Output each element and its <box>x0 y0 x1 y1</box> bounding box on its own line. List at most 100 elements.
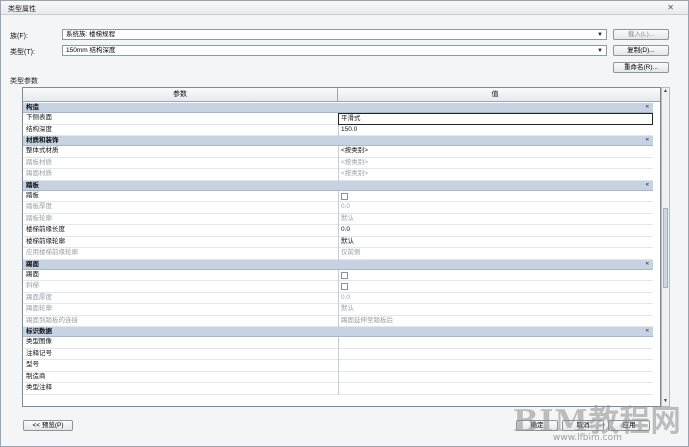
parameter-value[interactable]: <按类别> <box>338 169 653 181</box>
group-header[interactable]: 踏板 « <box>23 180 653 191</box>
parameter-value[interactable] <box>338 348 653 360</box>
watermark: BIM教程网 www.lfbim.com <box>513 396 688 446</box>
parameter-row: 楼梯前缘轮廓 默认 <box>23 236 653 248</box>
parameter-row: 应用楼梯前缘轮廓 仅前侧 <box>23 248 653 260</box>
scroll-up-icon[interactable]: ▲ <box>662 88 669 96</box>
close-icon[interactable]: ✕ <box>667 3 674 12</box>
parameter-row: 类型注释 <box>23 383 653 395</box>
parameter-value[interactable]: 默认 <box>338 236 653 248</box>
parameter-value[interactable] <box>338 281 653 293</box>
grid-header: 参数 值 <box>23 88 660 102</box>
parameter-name: 踏板 <box>26 191 39 199</box>
watermark-url: www.lfbim.com <box>553 433 622 443</box>
parameter-value[interactable]: <按类别> <box>338 157 653 169</box>
group-header[interactable]: 构造 « <box>23 103 653 113</box>
parameter-row: 型号 <box>23 360 653 372</box>
collapse-icon[interactable]: « <box>646 260 649 269</box>
column-header-value[interactable]: 值 <box>338 88 652 102</box>
scroll-thumb[interactable] <box>663 208 668 288</box>
parameter-row: 整体式材质 <按类别> <box>23 146 653 158</box>
parameter-value[interactable]: 仅前侧 <box>338 248 653 260</box>
parameter-value[interactable] <box>338 371 653 383</box>
parameter-name: 结构深度 <box>26 125 52 133</box>
parameter-value[interactable]: 0.0 <box>338 202 653 214</box>
parameters-grid: 参数 值 构造 « 下侧表面 平滑式结构深度 150.0 材质和装饰 « 整体式材质 <按类别>… <box>22 87 661 407</box>
parameter-row: 结构深度 150.0 <box>23 124 653 136</box>
group-header[interactable]: 踢面 « <box>23 259 653 270</box>
parameter-row: 下侧表面 平滑式 <box>23 113 653 125</box>
checkbox[interactable] <box>341 283 348 290</box>
parameter-name: 类型注释 <box>26 384 52 391</box>
parameter-row: 踢面到踏板的连接 踢面延伸至踏板后 <box>23 315 653 327</box>
parameter-row: 类型图像 <box>23 337 653 349</box>
chevron-down-icon: ▼ <box>597 48 603 54</box>
preview-button[interactable]: << 预览(P) <box>23 420 73 431</box>
parameter-value[interactable]: 默认 <box>338 304 653 316</box>
chevron-down-icon: ▼ <box>597 32 603 38</box>
group-header[interactable]: 标识数据 « <box>23 327 653 337</box>
load-button[interactable]: 载入(L)... <box>613 29 669 40</box>
parameter-name: 踢面厚度 <box>26 293 52 301</box>
duplicate-button[interactable]: 复制(D)... <box>613 45 669 56</box>
group-header[interactable]: 材质和装饰 « <box>23 136 653 146</box>
column-header-parameter[interactable]: 参数 <box>23 88 338 102</box>
family-select[interactable]: 系统族: 楼梯规程 ▼ <box>62 29 607 40</box>
parameter-row: 踢面材质 <按类别> <box>23 169 653 181</box>
parameter-row: 楼梯前缘长度 0.0 <box>23 225 653 237</box>
parameter-name: 制造商 <box>26 372 46 380</box>
parameter-row: 斜梯 <box>23 281 653 293</box>
parameter-name: 注释记号 <box>26 349 52 357</box>
parameter-value[interactable]: <按类别> <box>338 146 653 158</box>
family-select-value: 系统族: 楼梯规程 <box>66 31 116 38</box>
parameter-value[interactable]: 默认 <box>338 213 653 225</box>
collapse-icon[interactable]: « <box>646 103 649 112</box>
parameter-row: 踏板轮廓 默认 <box>23 213 653 225</box>
parameter-value[interactable] <box>338 190 653 202</box>
parameter-name: 楼梯前缘长度 <box>26 226 65 233</box>
parameter-name: 踢面轮廓 <box>26 305 52 312</box>
parameter-name: 踏板材质 <box>26 158 52 166</box>
grid-scrollbar[interactable]: ▲ ▼ <box>661 87 670 407</box>
group-name: 踏板 <box>26 181 39 189</box>
parameter-value[interactable] <box>338 360 653 372</box>
parameter-name: 下侧表面 <box>26 114 52 121</box>
group-name: 构造 <box>26 104 39 111</box>
parameter-value[interactable] <box>338 383 653 395</box>
parameter-name: 踢面材质 <box>26 170 52 177</box>
parameter-name: 整体式材质 <box>26 147 59 154</box>
parameter-value[interactable]: 0.0 <box>338 225 653 237</box>
parameter-name: 类型图像 <box>26 338 52 345</box>
collapse-icon[interactable]: « <box>646 136 649 145</box>
type-select[interactable]: 150mm 结构深度 ▼ <box>62 45 607 56</box>
parameter-name: 型号 <box>26 361 39 368</box>
family-label: 族(F): <box>10 33 28 40</box>
type-select-value: 150mm 结构深度 <box>66 47 116 54</box>
grid-rows: 构造 « 下侧表面 平滑式结构深度 150.0 材质和装饰 « 整体式材质 <按类别> 踏板材质 <… <box>23 103 653 395</box>
parameter-value[interactable] <box>338 269 653 281</box>
parameter-name: 楼梯前缘轮廓 <box>26 237 65 245</box>
parameter-row: 注释记号 <box>23 348 653 360</box>
type-label: 类型(T): <box>10 49 35 56</box>
parameter-name: 踏板厚度 <box>26 203 52 210</box>
checkbox[interactable] <box>341 271 348 279</box>
parameter-row: 踢面轮廓 默认 <box>23 304 653 316</box>
collapse-icon[interactable]: « <box>646 181 649 190</box>
parameter-name: 踢面 <box>26 270 39 278</box>
parameter-row: 踏板厚度 0.0 <box>23 202 653 214</box>
title-bar: 类型属性 ✕ <box>1 1 688 15</box>
parameter-name: 踢面到踏板的连接 <box>26 316 78 324</box>
window-title: 类型属性 <box>8 6 36 13</box>
checkbox[interactable] <box>341 192 348 200</box>
parameter-value[interactable]: 0.0 <box>338 292 653 304</box>
parameter-value[interactable]: 150.0 <box>338 124 653 136</box>
parameter-value[interactable] <box>338 337 653 349</box>
parameter-name: 踏板轮廓 <box>26 214 52 222</box>
parameter-row: 踏板材质 <按类别> <box>23 157 653 169</box>
parameter-name: 应用楼梯前缘轮廓 <box>26 249 78 256</box>
parameter-value[interactable]: 平滑式 <box>338 113 653 125</box>
group-name: 材质和装饰 <box>26 137 59 144</box>
parameter-row: 踢面 <box>23 269 653 281</box>
parameter-value[interactable]: 踢面延伸至踏板后 <box>338 315 653 327</box>
collapse-icon[interactable]: « <box>646 327 649 336</box>
rename-button[interactable]: 重命名(R)... <box>613 62 669 73</box>
